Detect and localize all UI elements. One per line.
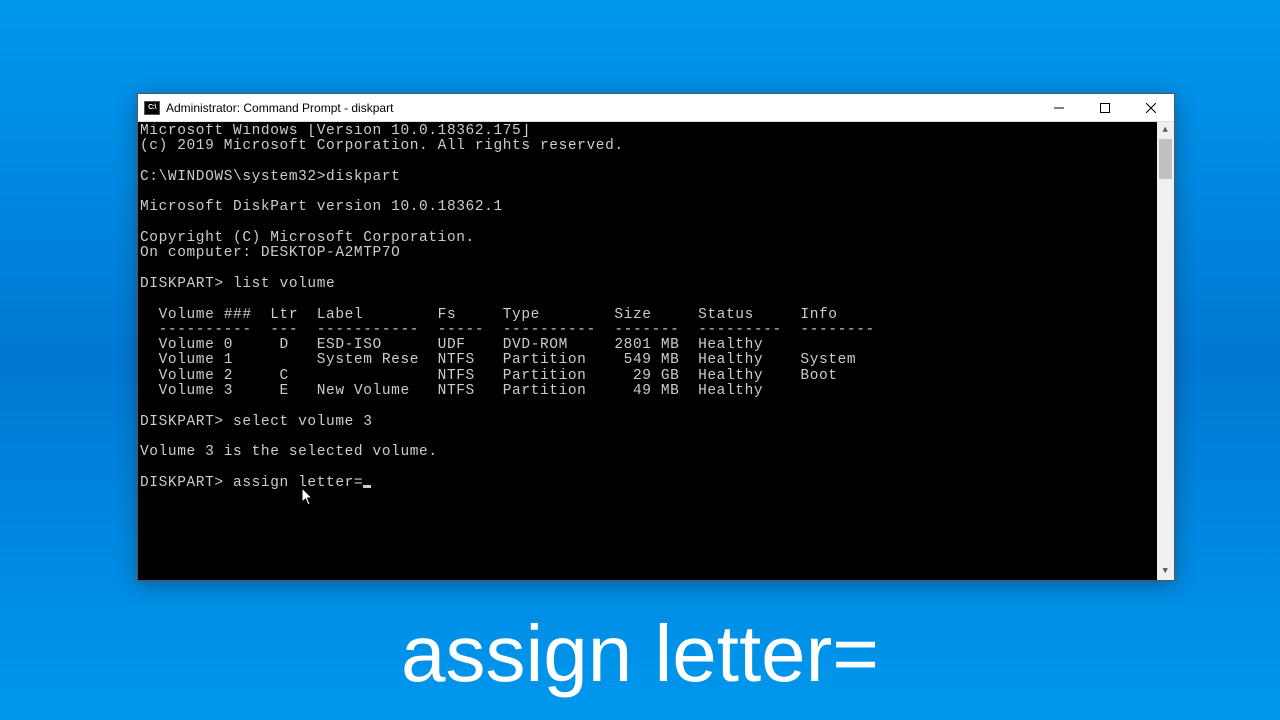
scrollbar-track[interactable]: [1157, 139, 1174, 563]
table-row: Volume 0 D ESD-ISO UDF DVD-ROM 2801 MB H…: [140, 337, 763, 353]
cmd-icon: C:\: [144, 101, 160, 115]
table-divider: ---------- --- ----------- ----- -------…: [140, 322, 875, 338]
current-input: assign letter=: [233, 475, 363, 491]
scroll-down-icon[interactable]: ▼: [1157, 563, 1174, 580]
window-controls: [1036, 94, 1174, 121]
minimize-button[interactable]: [1036, 94, 1082, 122]
maximize-button[interactable]: [1082, 94, 1128, 122]
scroll-up-icon[interactable]: ▲: [1157, 122, 1174, 139]
table-row: Volume 3 E New Volume NTFS Partition 49 …: [140, 383, 763, 399]
table-row: Volume 1 System Rese NTFS Partition 549 …: [140, 352, 856, 368]
table-row: Volume 2 C NTFS Partition 29 GB Healthy …: [140, 368, 838, 384]
console-output: Microsoft Windows [Version 10.0.18362.17…: [140, 124, 1157, 578]
vertical-scrollbar[interactable]: ▲ ▼: [1157, 122, 1174, 580]
titlebar[interactable]: C:\ Administrator: Command Prompt - disk…: [138, 94, 1174, 122]
scrollbar-thumb[interactable]: [1159, 139, 1172, 179]
window-title: Administrator: Command Prompt - diskpart: [166, 101, 1036, 115]
command-prompt-window: C:\ Administrator: Command Prompt - disk…: [137, 93, 1175, 581]
text-cursor: [363, 485, 371, 488]
overlay-caption: assign letter=: [0, 608, 1280, 700]
table-header: Volume ### Ltr Label Fs Type Size Status…: [140, 307, 838, 323]
close-button[interactable]: [1128, 94, 1174, 122]
console-area[interactable]: Microsoft Windows [Version 10.0.18362.17…: [138, 122, 1174, 580]
